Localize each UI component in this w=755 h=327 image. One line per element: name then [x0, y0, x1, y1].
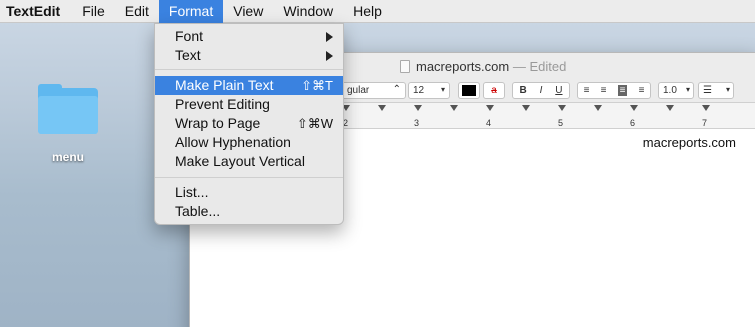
menu-item-label: Allow Hyphenation — [175, 134, 291, 150]
document-icon — [400, 60, 410, 73]
underline-button[interactable]: U — [555, 85, 562, 96]
tab-stop-marker[interactable] — [486, 105, 494, 111]
folder-label[interactable]: menu — [36, 150, 100, 164]
window-title: macreports.com — Edited — [400, 59, 566, 74]
line-spacing-value: 1.0 — [663, 85, 677, 96]
menu-item-list[interactable]: List... — [155, 183, 343, 202]
ruler-number: 7 — [702, 118, 708, 128]
tab-stop-marker[interactable] — [414, 105, 422, 111]
font-size-value: 12 — [413, 85, 425, 96]
ruler-number: 6 — [630, 118, 636, 128]
tab-stop-marker[interactable] — [378, 105, 386, 111]
tab-stop-marker[interactable] — [558, 105, 566, 111]
bold-button[interactable]: B — [519, 85, 526, 96]
text-style-group: B I U — [512, 82, 570, 99]
menu-item-label: Make Layout Vertical — [175, 153, 305, 169]
menu-item-wrap-to-page[interactable]: Wrap to Page ⇧⌘W — [155, 114, 343, 133]
menu-item-prevent-editing[interactable]: Prevent Editing — [155, 95, 343, 114]
submenu-arrow-icon — [326, 32, 333, 42]
menu-item-make-layout-vertical[interactable]: Make Layout Vertical — [155, 152, 343, 171]
edited-indicator: — Edited — [512, 59, 567, 74]
menu-item-label: Text — [175, 47, 201, 63]
color-swatch — [462, 85, 476, 96]
menu-bar: TextEdit File Edit Format View Window He… — [0, 0, 755, 23]
menu-item-label: List... — [175, 184, 209, 200]
chevron-down-icon: ▾ — [685, 85, 690, 94]
menu-separator — [155, 69, 343, 70]
align-center-icon[interactable]: ≡ — [601, 85, 607, 96]
submenu-arrow-icon — [326, 51, 333, 61]
strike-icon: a — [491, 85, 497, 96]
menu-item-make-plain-text[interactable]: Make Plain Text ⇧⌘T — [155, 76, 343, 95]
folder-icon[interactable] — [36, 84, 100, 136]
menu-format[interactable]: Format — [158, 0, 224, 23]
list-style-select[interactable]: ☰ ▾ — [698, 82, 734, 99]
alignment-group: ≡ ≡ ≡ ≡ — [577, 82, 651, 99]
tab-stop-marker[interactable] — [450, 105, 458, 111]
menu-item-text[interactable]: Text — [155, 46, 343, 65]
chevron-down-icon: ▾ — [440, 85, 445, 94]
tab-stop-marker[interactable] — [666, 105, 674, 111]
highlight-color-button[interactable]: a — [483, 82, 505, 99]
menu-item-label: Table... — [175, 203, 221, 219]
tab-stop-marker[interactable] — [594, 105, 602, 111]
align-right-icon[interactable]: ≡ — [617, 85, 628, 96]
menu-item-allow-hyphenation[interactable]: Allow Hyphenation — [155, 133, 343, 152]
menu-app-textedit[interactable]: TextEdit — [0, 0, 72, 23]
menu-view[interactable]: View — [223, 0, 273, 23]
list-bullets-icon: ☰ — [703, 85, 712, 96]
text-color-button[interactable] — [458, 82, 480, 99]
ruler-number: 5 — [558, 118, 564, 128]
ruler-number: 3 — [414, 118, 420, 128]
chevron-down-icon: ▾ — [725, 85, 730, 94]
line-spacing-select[interactable]: 1.0 ▾ — [658, 82, 694, 99]
document-text[interactable]: macreports.com — [643, 135, 736, 150]
menu-item-label: Wrap to Page — [175, 115, 261, 131]
ruler-number: 4 — [486, 118, 492, 128]
tab-stop-marker[interactable] — [522, 105, 530, 111]
shortcut-label: ⇧⌘W — [296, 116, 333, 131]
font-style-value: gular — [347, 85, 370, 96]
menu-separator — [155, 177, 343, 178]
chevron-updown-icon: ⌃ — [392, 84, 401, 95]
menu-edit[interactable]: Edit — [115, 0, 159, 23]
menu-item-label: Make Plain Text — [175, 77, 274, 93]
menu-item-label: Prevent Editing — [175, 96, 270, 112]
align-left-icon[interactable]: ≡ — [584, 85, 590, 96]
window-title-text: macreports.com — [416, 59, 510, 74]
tab-stop-marker[interactable] — [630, 105, 638, 111]
italic-button[interactable]: I — [540, 85, 543, 96]
font-size-select[interactable]: 12 ▾ — [408, 82, 450, 99]
shortcut-label: ⇧⌘T — [301, 78, 333, 93]
menu-item-label: Font — [175, 28, 204, 44]
menu-item-font[interactable]: Font — [155, 27, 343, 46]
tab-stop-marker[interactable] — [702, 105, 710, 111]
menu-window[interactable]: Window — [273, 0, 343, 23]
menu-file[interactable]: File — [72, 0, 115, 23]
format-menu: Font Text Make Plain Text ⇧⌘T Prevent Ed… — [154, 23, 344, 225]
menu-help[interactable]: Help — [343, 0, 392, 23]
align-justify-icon[interactable]: ≡ — [639, 85, 645, 96]
menu-item-table[interactable]: Table... — [155, 202, 343, 221]
font-style-select[interactable]: gular ⌃ — [340, 82, 406, 99]
